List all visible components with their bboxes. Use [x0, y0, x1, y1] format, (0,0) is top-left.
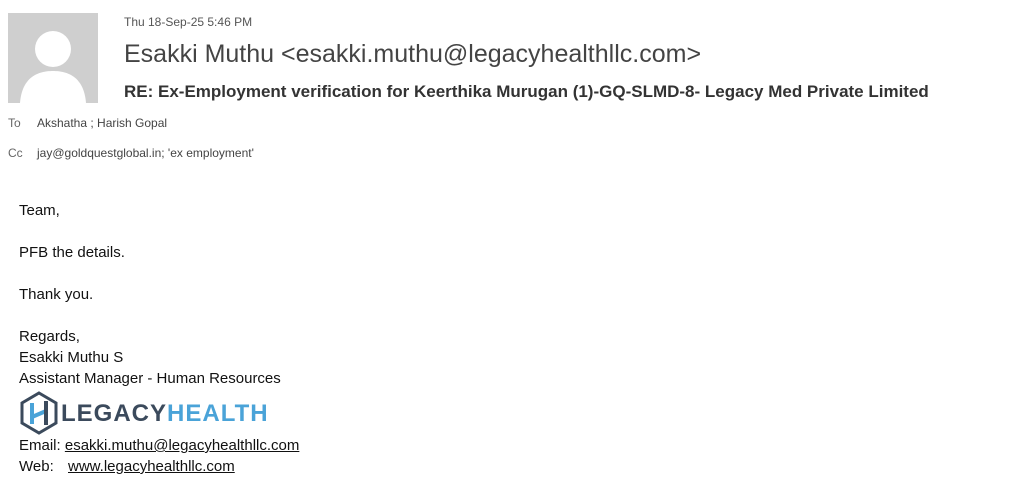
- body-line-2: Thank you.: [19, 286, 94, 303]
- signature-name: Esakki Muthu S: [19, 349, 124, 366]
- sender-avatar: [8, 13, 98, 103]
- cc-row: Cc jay@goldquestglobal.in; 'ex employment…: [8, 146, 254, 160]
- web-label: Web:: [19, 458, 54, 475]
- closing: Regards,: [19, 328, 80, 345]
- cc-label: Cc: [8, 146, 23, 160]
- signature-web-row: Web: www.legacyhealthllc.com: [19, 456, 299, 477]
- email-link[interactable]: esakki.muthu@legacyhealthllc.com: [65, 437, 300, 454]
- to-label: To: [8, 116, 21, 130]
- greeting: Team,: [19, 202, 60, 219]
- to-recipients[interactable]: Akshatha ; Harish Gopal: [37, 116, 167, 130]
- signature-email-row: Email: esakki.muthu@legacyhealthllc.com: [19, 435, 299, 456]
- logo-wordmark-health: HEALTH: [167, 399, 269, 427]
- email-label: Email:: [19, 437, 61, 454]
- email-body: Team, PFB the details. Thank you. Regard…: [19, 200, 299, 477]
- person-placeholder-icon: [8, 13, 98, 103]
- legacy-health-logo-icon: [20, 391, 58, 435]
- company-logo: LEGACYHEALTH: [19, 391, 299, 435]
- logo-wordmark: LEGACYHEALTH: [61, 399, 269, 427]
- to-row: To Akshatha ; Harish Gopal: [8, 116, 167, 130]
- logo-wordmark-legacy: LEGACY: [61, 399, 168, 427]
- body-line-1: PFB the details.: [19, 244, 125, 261]
- web-link[interactable]: www.legacyhealthllc.com: [68, 458, 235, 475]
- signature-title: Assistant Manager - Human Resources: [19, 370, 281, 387]
- cc-recipients[interactable]: jay@goldquestglobal.in; 'ex employment': [37, 146, 254, 160]
- sent-date: Thu 18-Sep-25 5:46 PM: [124, 15, 253, 29]
- email-subject: RE: Ex-Employment verification for Keert…: [124, 82, 929, 101]
- sender-name[interactable]: Esakki Muthu <esakki.muthu@legacyhealthl…: [124, 40, 701, 69]
